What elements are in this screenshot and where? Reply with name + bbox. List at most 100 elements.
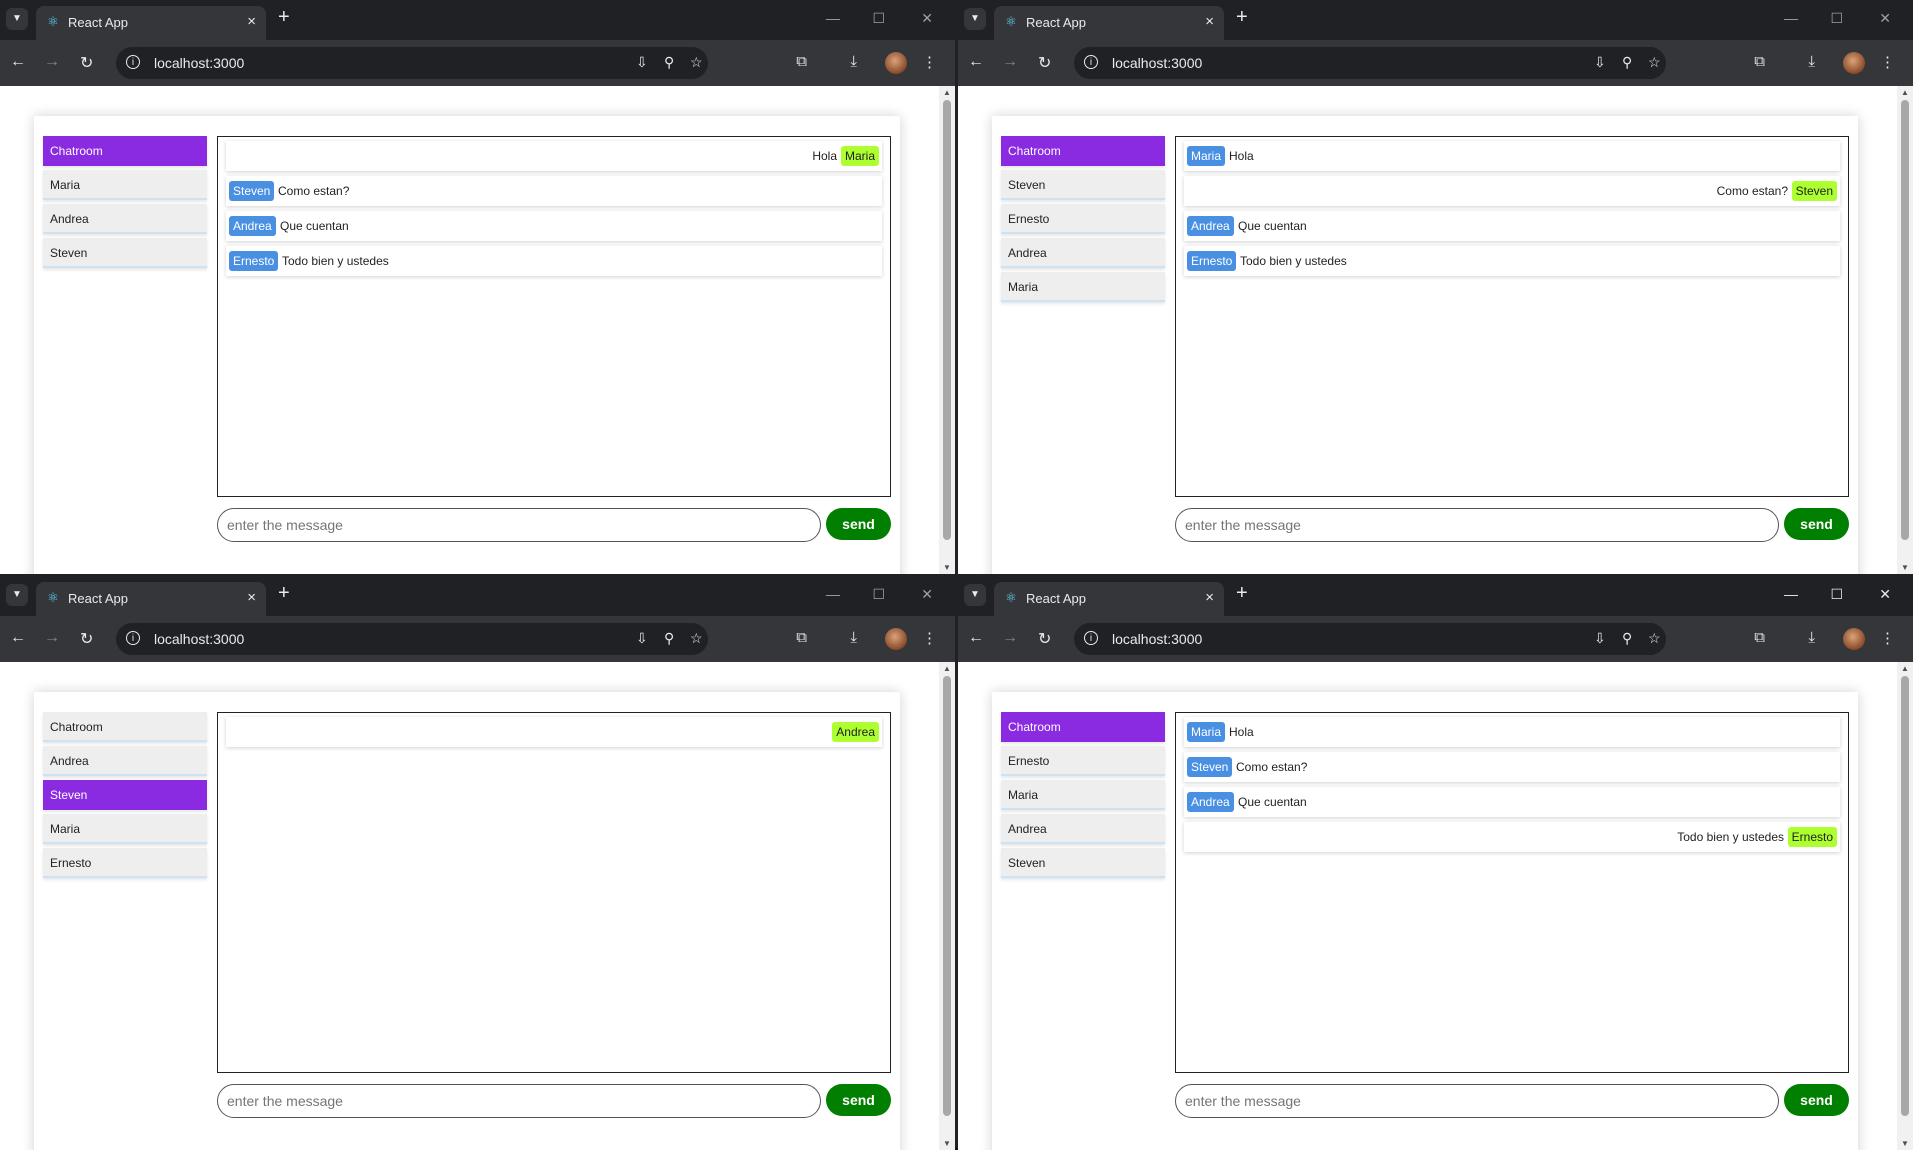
maximize-icon[interactable]: ☐ [1830,586,1843,603]
close-window-icon[interactable]: ✕ [921,10,933,27]
install-app-icon[interactable]: ⇩ [1594,630,1606,647]
forward-icon[interactable]: → [1002,629,1018,647]
minimize-icon[interactable]: — [1784,586,1798,602]
sidebar-item-chatroom[interactable]: Chatroom [43,136,207,166]
sidebar-item-steven[interactable]: Steven [1001,170,1165,200]
site-info-icon[interactable]: i [126,55,140,69]
tab-search-button[interactable]: ▼ [6,8,28,30]
message-input[interactable] [1175,1084,1779,1118]
sidebar-item-steven[interactable]: Steven [43,780,207,810]
maximize-icon[interactable]: ☐ [872,586,885,603]
profile-avatar[interactable] [1843,52,1865,74]
bookmark-star-icon[interactable]: ☆ [1648,630,1661,647]
forward-icon[interactable]: → [44,629,60,647]
scrollbar-thumb[interactable] [1901,676,1909,1116]
scrollbar-thumb[interactable] [943,100,951,540]
sidebar-item-maria[interactable]: Maria [1001,272,1165,302]
sidebar-item-maria[interactable]: Maria [1001,780,1165,810]
send-button[interactable]: send [1784,508,1849,540]
downloads-icon[interactable]: ⤓ [850,53,857,70]
close-window-icon[interactable]: ✕ [921,586,933,603]
new-tab-button[interactable]: + [278,6,290,29]
scrollbar[interactable]: ▲ ▼ [939,662,955,1150]
bookmark-star-icon[interactable]: ☆ [690,630,703,647]
sidebar-item-maria[interactable]: Maria [43,170,207,200]
tab-close-icon[interactable]: × [1205,13,1214,30]
sidebar-item-andrea[interactable]: Andrea [43,204,207,234]
extensions-icon[interactable]: ⧉ [1754,629,1765,646]
scrollbar-thumb[interactable] [1901,100,1909,540]
downloads-icon[interactable]: ⤓ [1808,629,1815,646]
install-app-icon[interactable]: ⇩ [636,630,648,647]
extensions-icon[interactable]: ⧉ [796,53,807,70]
downloads-icon[interactable]: ⤓ [1808,53,1815,70]
scroll-down-icon[interactable]: ▼ [1901,563,1909,572]
sidebar-item-chatroom[interactable]: Chatroom [43,712,207,742]
close-window-icon[interactable]: ✕ [1879,10,1891,27]
scrollbar[interactable]: ▲ ▼ [939,86,955,574]
tab-close-icon[interactable]: × [247,13,256,30]
reload-icon[interactable]: ↻ [1038,629,1051,649]
install-app-icon[interactable]: ⇩ [1594,54,1606,71]
new-tab-button[interactable]: + [1236,582,1248,605]
scroll-up-icon[interactable]: ▲ [1901,664,1909,673]
zoom-icon[interactable]: ⚲ [1622,630,1632,647]
profile-avatar[interactable] [885,628,907,650]
profile-avatar[interactable] [885,52,907,74]
sidebar-item-andrea[interactable]: Andrea [1001,814,1165,844]
site-info-icon[interactable]: i [1084,55,1098,69]
maximize-icon[interactable]: ☐ [872,10,885,27]
menu-kebab-icon[interactable]: ⋮ [1880,53,1895,71]
menu-kebab-icon[interactable]: ⋮ [1880,629,1895,647]
sidebar-item-ernesto[interactable]: Ernesto [1001,204,1165,234]
message-input[interactable] [217,1084,821,1118]
minimize-icon[interactable]: — [826,10,840,26]
zoom-icon[interactable]: ⚲ [1622,54,1632,71]
back-icon[interactable]: ← [10,53,26,71]
scroll-up-icon[interactable]: ▲ [943,88,951,97]
scroll-up-icon[interactable]: ▲ [1901,88,1909,97]
scroll-down-icon[interactable]: ▼ [943,1139,951,1148]
new-tab-button[interactable]: + [278,582,290,605]
downloads-icon[interactable]: ⤓ [850,629,857,646]
zoom-icon[interactable]: ⚲ [664,54,674,71]
reload-icon[interactable]: ↻ [80,53,93,73]
address-bar[interactable]: i localhost:3000 ⇩ ⚲ ☆ [1074,623,1666,655]
forward-icon[interactable]: → [1002,53,1018,71]
extensions-icon[interactable]: ⧉ [796,629,807,646]
scrollbar-thumb[interactable] [943,676,951,1116]
zoom-icon[interactable]: ⚲ [664,630,674,647]
tab-search-button[interactable]: ▼ [964,8,986,30]
send-button[interactable]: send [826,1084,891,1116]
menu-kebab-icon[interactable]: ⋮ [922,53,937,71]
message-input[interactable] [1175,508,1779,542]
send-button[interactable]: send [1784,1084,1849,1116]
scrollbar[interactable]: ▲ ▼ [1897,86,1913,574]
address-bar[interactable]: i localhost:3000 ⇩ ⚲ ☆ [116,47,708,79]
browser-tab[interactable]: ⚛ React App × [36,582,266,616]
back-icon[interactable]: ← [968,629,984,647]
install-app-icon[interactable]: ⇩ [636,54,648,71]
tab-search-button[interactable]: ▼ [6,584,28,606]
tab-search-button[interactable]: ▼ [964,584,986,606]
sidebar-item-andrea[interactable]: Andrea [1001,238,1165,268]
sidebar-item-chatroom[interactable]: Chatroom [1001,712,1165,742]
message-input[interactable] [217,508,821,542]
forward-icon[interactable]: → [44,53,60,71]
back-icon[interactable]: ← [968,53,984,71]
sidebar-item-ernesto[interactable]: Ernesto [43,848,207,878]
sidebar-item-chatroom[interactable]: Chatroom [1001,136,1165,166]
extensions-icon[interactable]: ⧉ [1754,53,1765,70]
sidebar-item-ernesto[interactable]: Ernesto [1001,746,1165,776]
browser-tab[interactable]: ⚛ React App × [36,6,266,40]
sidebar-item-steven[interactable]: Steven [1001,848,1165,878]
menu-kebab-icon[interactable]: ⋮ [922,629,937,647]
browser-tab[interactable]: ⚛ React App × [994,6,1224,40]
address-bar[interactable]: i localhost:3000 ⇩ ⚲ ☆ [1074,47,1666,79]
reload-icon[interactable]: ↻ [1038,53,1051,73]
scroll-down-icon[interactable]: ▼ [943,563,951,572]
minimize-icon[interactable]: — [826,586,840,602]
scroll-up-icon[interactable]: ▲ [943,664,951,673]
back-icon[interactable]: ← [10,629,26,647]
sidebar-item-andrea[interactable]: Andrea [43,746,207,776]
